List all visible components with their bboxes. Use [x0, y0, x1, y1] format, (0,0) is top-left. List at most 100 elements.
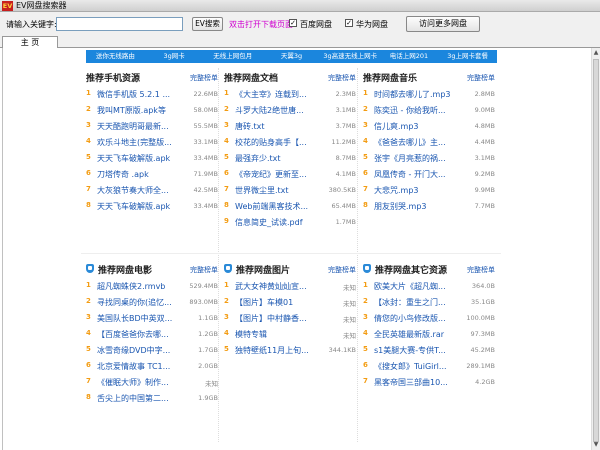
full-list-link[interactable]: 完整榜单	[190, 73, 218, 83]
list-item[interactable]: 5 张宇《月亮惹的祸... 3.1MB	[363, 150, 495, 166]
full-list-link[interactable]: 完整榜单	[328, 265, 356, 275]
item-link[interactable]: 唐砖.txt	[235, 121, 319, 132]
full-list-link[interactable]: 完整榜单	[467, 73, 495, 83]
list-item[interactable]: 8 舌尖上的中国第二... 1.9GB	[86, 390, 218, 406]
list-item[interactable]: 3 美国队长BD中英双... 1.1GB	[86, 310, 218, 326]
item-link[interactable]: 朋友别哭.mp3	[374, 201, 458, 212]
item-link[interactable]: 凤凰传奇 - 开门大...	[374, 169, 458, 180]
list-item[interactable]: 3 天天酷跑明哥最新... 55.5MB	[86, 118, 218, 134]
list-item[interactable]: 7 大悲咒.mp3 9.9MB	[363, 182, 495, 198]
list-item[interactable]: 4 校花的贴身高手【... 11.2MB	[224, 134, 356, 150]
item-link[interactable]: 武大女神黄灿灿宣...	[235, 281, 319, 292]
item-link[interactable]: 欧美大片《超凡蜘...	[374, 281, 458, 292]
nav-link[interactable]: 3g上网卡套餐	[438, 50, 497, 63]
item-link[interactable]: 最强弃少.txt	[235, 153, 319, 164]
item-link[interactable]: 【图片】中村静香...	[235, 313, 319, 324]
huawei-checkbox-label[interactable]: 华为网盘	[356, 19, 388, 30]
item-link[interactable]: 全民英雄最新版.rar	[374, 329, 458, 340]
list-item[interactable]: 4 模特专辑 未知	[224, 326, 356, 342]
list-item[interactable]: 7 《催眠大师》制作... 未知	[86, 374, 218, 390]
list-item[interactable]: 7 大灰狼节奏大师全... 42.5MB	[86, 182, 218, 198]
list-item[interactable]: 6 凤凰传奇 - 开门大... 9.2MB	[363, 166, 495, 182]
item-link[interactable]: 【冰封：重生之门...	[374, 297, 458, 308]
nav-link[interactable]: 3g网卡	[145, 50, 204, 63]
list-item[interactable]: 4 《爸爸去哪儿》主... 4.4MB	[363, 134, 495, 150]
nav-link[interactable]: 3g高速无线上网卡	[321, 50, 380, 63]
item-link[interactable]: s1美腿大赛-专供T...	[374, 345, 458, 356]
list-item[interactable]: 4 【百度爸爸你去哪... 1.2GB	[86, 326, 218, 342]
full-list-link[interactable]: 完整榜单	[328, 73, 356, 83]
list-item[interactable]: 1 微信手机版 5.2.1 ... 22.6MB	[86, 86, 218, 102]
list-item[interactable]: 5 冰雪奇缘DVD中字... 1.7GB	[86, 342, 218, 358]
list-item[interactable]: 1 超凡蜘蛛侠2.rmvb 529.4MB	[86, 278, 218, 294]
list-item[interactable]: 4 欢乐斗地主(完整版... 33.1MB	[86, 134, 218, 150]
list-item[interactable]: 6 北京爱情故事 TC1... 2.0GB	[86, 358, 218, 374]
item-link[interactable]: 天天飞车破解版.apk	[97, 153, 181, 164]
list-item[interactable]: 2 【冰封：重生之门... 35.1GB	[363, 294, 495, 310]
keyword-input[interactable]	[56, 17, 183, 31]
item-link[interactable]: 天天酷跑明哥最新...	[97, 121, 181, 132]
nav-link[interactable]: 电话上网201	[380, 50, 439, 63]
list-item[interactable]: 2 陈奕迅 - 你给我听... 9.0MB	[363, 102, 495, 118]
list-item[interactable]: 6 《搜女郎》TuiGirl... 289.1MB	[363, 358, 495, 374]
item-link[interactable]: 【百度爸爸你去哪...	[97, 329, 181, 340]
list-item[interactable]: 3 【图片】中村静香... 未知	[224, 310, 356, 326]
visit-more-button[interactable]: 访问更多网盘	[406, 16, 480, 32]
item-link[interactable]: 《爸爸去哪儿》主...	[374, 137, 458, 148]
item-link[interactable]: 《帝宠纪》更新至...	[235, 169, 319, 180]
item-link[interactable]: 信息简史_试读.pdf	[235, 217, 319, 228]
item-link[interactable]: 我叫MT原版.apk等	[97, 105, 181, 116]
item-link[interactable]: 刀塔传奇 .apk	[97, 169, 181, 180]
item-link[interactable]: 【图片】车模01	[235, 297, 319, 308]
list-item[interactable]: 5 天天飞车破解版.apk 33.4MB	[86, 150, 218, 166]
item-link[interactable]: 微信手机版 5.2.1 ...	[97, 89, 181, 100]
list-item[interactable]: 7 黑客帝国三部曲10... 4.2GB	[363, 374, 495, 390]
list-item[interactable]: 2 寻找同桌的你(追忆... 893.0MB	[86, 294, 218, 310]
list-item[interactable]: 4 全民英雄最新版.rar 97.3MB	[363, 326, 495, 342]
item-link[interactable]: 《催眠大师》制作...	[97, 377, 181, 388]
item-link[interactable]: 超凡蜘蛛侠2.rmvb	[97, 281, 181, 292]
list-item[interactable]: 5 独特壁纸11月上旬... 344.1KB	[224, 342, 356, 358]
item-link[interactable]: 大灰狼节奏大师全...	[97, 185, 181, 196]
full-list-link[interactable]: 完整榜单	[467, 265, 495, 275]
list-item[interactable]: 7 世界微尘里.txt 380.5KB	[224, 182, 356, 198]
item-link[interactable]: 模特专辑	[235, 329, 319, 340]
item-link[interactable]: 信儿爽.mp3	[374, 121, 458, 132]
item-link[interactable]: 张宇《月亮惹的祸...	[374, 153, 458, 164]
list-item[interactable]: 5 s1美腿大赛-专供T... 45.2MB	[363, 342, 495, 358]
list-item[interactable]: 8 天天飞车破解版.apk 33.4MB	[86, 198, 218, 214]
item-link[interactable]: 冰雪奇缘DVD中字...	[97, 345, 181, 356]
nav-link[interactable]: 无线上网包月	[203, 50, 262, 63]
item-link[interactable]: 时间都去哪儿了.mp3	[374, 89, 458, 100]
item-link[interactable]: 独特壁纸11月上旬...	[235, 345, 319, 356]
item-link[interactable]: 《搜女郎》TuiGirl...	[374, 361, 458, 372]
list-item[interactable]: 6 《帝宠纪》更新至... 4.1MB	[224, 166, 356, 182]
ev-search-button[interactable]: EV搜索	[192, 17, 223, 31]
list-item[interactable]: 9 信息简史_试读.pdf 1.7MB	[224, 214, 356, 230]
list-item[interactable]: 2 斗罗大陆2绝世唐... 3.1MB	[224, 102, 356, 118]
scroll-up-icon[interactable]: ▲	[592, 48, 600, 58]
nav-link[interactable]: 送你无线路由	[86, 50, 145, 63]
full-list-link[interactable]: 完整榜单	[190, 265, 218, 275]
list-item[interactable]: 8 朋友别哭.mp3 7.7MB	[363, 198, 495, 214]
huawei-checkbox[interactable]: ✓	[345, 19, 353, 27]
item-link[interactable]: 黑客帝国三部曲10...	[374, 377, 458, 388]
list-item[interactable]: 6 刀塔传奇 .apk 71.9MB	[86, 166, 218, 182]
item-link[interactable]: 大悲咒.mp3	[374, 185, 458, 196]
item-link[interactable]: 欢乐斗地主(完整版...	[97, 137, 181, 148]
baidu-checkbox[interactable]: ✓	[289, 19, 297, 27]
item-link[interactable]: 寻找同桌的你(追忆...	[97, 297, 181, 308]
item-link[interactable]: 《大主宰》连载到...	[235, 89, 319, 100]
list-item[interactable]: 8 Web前端黑客技术... 65.4MB	[224, 198, 356, 214]
list-item[interactable]: 1 《大主宰》连载到... 2.3MB	[224, 86, 356, 102]
item-link[interactable]: 陈奕迅 - 你给我听...	[374, 105, 458, 116]
list-item[interactable]: 1 时间都去哪儿了.mp3 2.8MB	[363, 86, 495, 102]
vertical-scrollbar[interactable]: ▲ ▼	[591, 48, 600, 450]
scroll-down-icon[interactable]: ▼	[592, 440, 600, 450]
item-link[interactable]: 美国队长BD中英双...	[97, 313, 181, 324]
list-item[interactable]: 5 最强弃少.txt 8.7MB	[224, 150, 356, 166]
list-item[interactable]: 2 【图片】车模01 未知	[224, 294, 356, 310]
scroll-thumb[interactable]	[593, 59, 599, 442]
list-item[interactable]: 3 倩您的小鸟修改版... 100.0MB	[363, 310, 495, 326]
item-link[interactable]: 天天飞车破解版.apk	[97, 201, 181, 212]
